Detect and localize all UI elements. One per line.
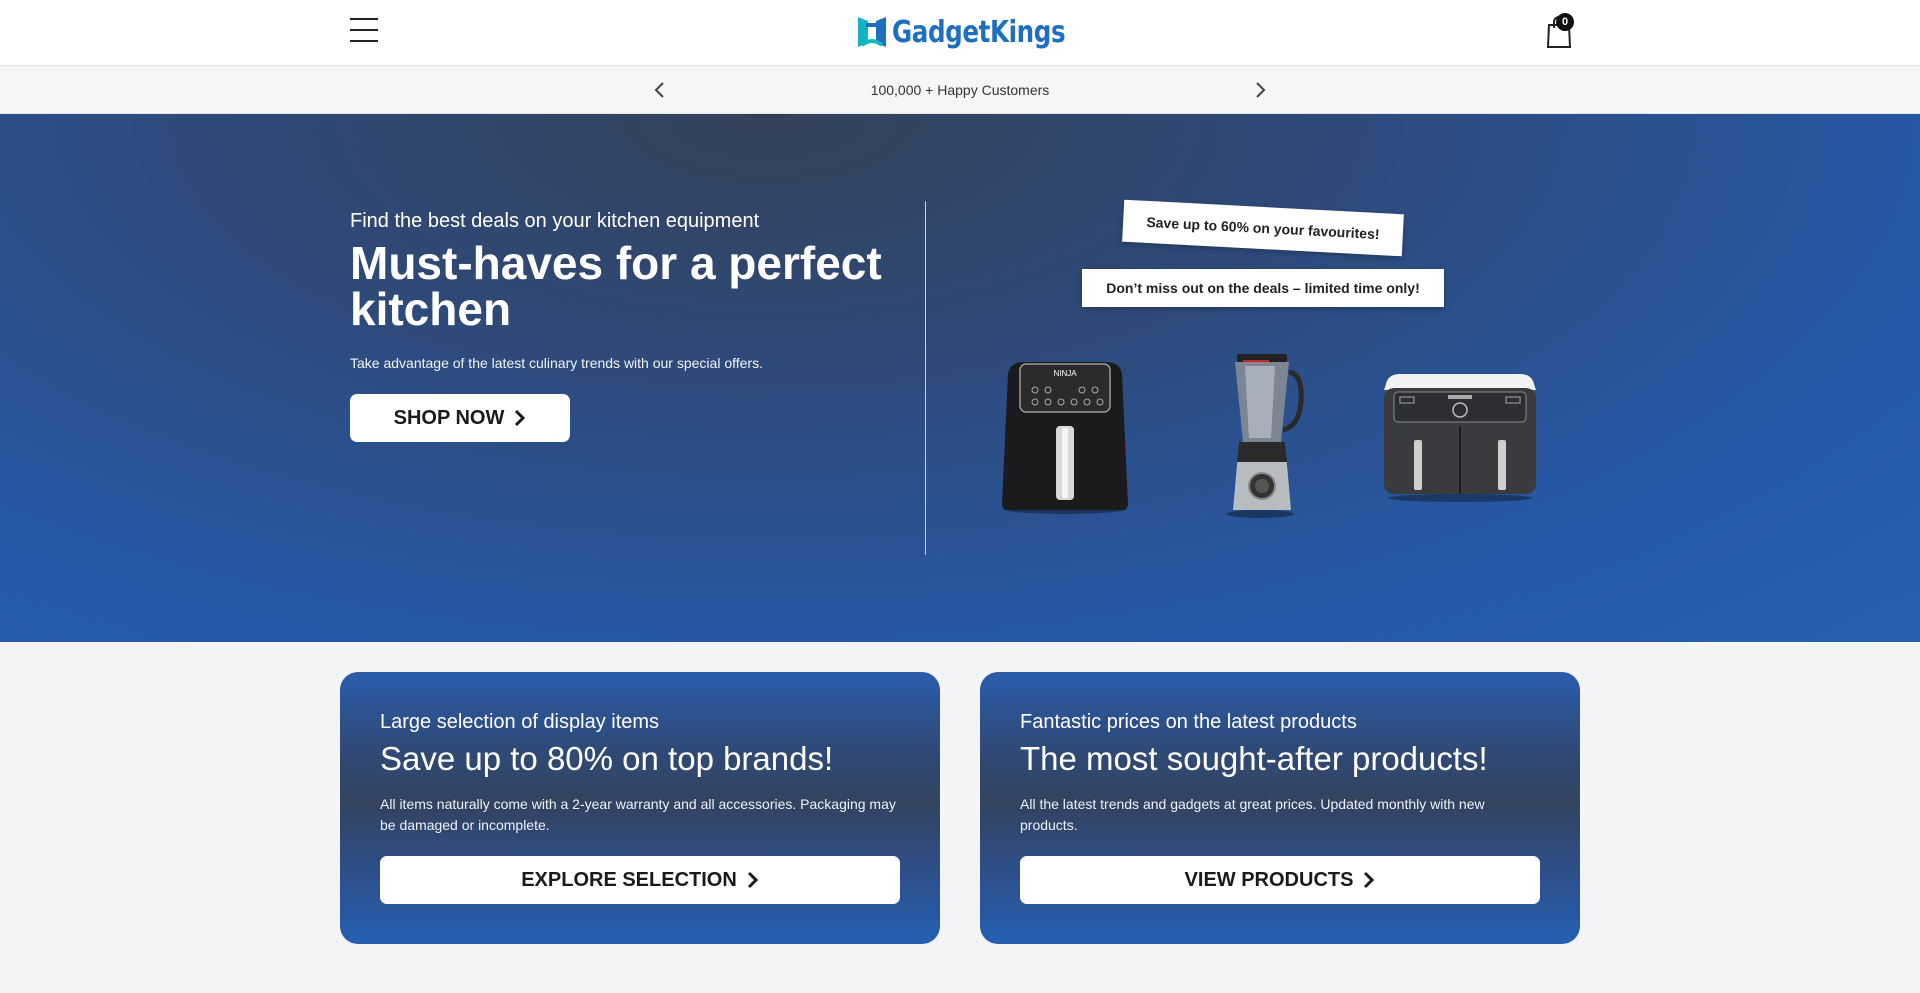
promo-label-primary: Save up to 60% on your favourites! bbox=[1122, 199, 1404, 257]
chevron-right-icon[interactable] bbox=[1250, 80, 1270, 100]
svg-text:NINJA: NINJA bbox=[1053, 369, 1077, 378]
site-logo[interactable]: GadgetKings bbox=[856, 12, 1103, 52]
card-title: The most sought-after products! bbox=[1020, 740, 1488, 777]
blender-image bbox=[1226, 354, 1304, 518]
explore-selection-label: EXPLORE SELECTION bbox=[521, 868, 737, 891]
hero-title: Must-haves for a perfect kitchen bbox=[350, 237, 882, 335]
chevron-left-icon[interactable] bbox=[650, 80, 670, 100]
chevron-right-icon bbox=[515, 409, 526, 427]
view-products-button[interactable]: VIEW PRODUCTS bbox=[1020, 856, 1540, 904]
shop-now-button[interactable]: SHOP NOW bbox=[350, 394, 570, 442]
air-fryer-image: NINJA bbox=[1002, 362, 1128, 514]
hero-divider bbox=[925, 201, 926, 555]
view-products-label: VIEW PRODUCTS bbox=[1184, 868, 1354, 891]
card-description: All items naturally come with a 2-year w… bbox=[380, 796, 896, 833]
card-title: Save up to 80% on top brands! bbox=[380, 740, 834, 777]
hero-banner: Find the best deals on your kitchen equi… bbox=[0, 114, 1920, 642]
hamburger-menu-icon[interactable] bbox=[350, 18, 378, 46]
chevron-right-icon bbox=[747, 871, 758, 889]
chevron-right-icon bbox=[1364, 871, 1375, 889]
promo-card-selection: Large selection of display items Save up… bbox=[340, 672, 940, 944]
brand-name: GadgetKings bbox=[892, 14, 1066, 50]
shop-now-label: SHOP NOW bbox=[393, 406, 505, 429]
card-subtitle: Fantastic prices on the latest products bbox=[1020, 711, 1357, 733]
announcement-text: 100,000 + Happy Customers bbox=[870, 82, 1050, 98]
card-description: All the latest trends and gadgets at gre… bbox=[1020, 796, 1485, 833]
promo-label-secondary: Don’t miss out on the deals – limited ti… bbox=[1082, 269, 1444, 307]
site-header: GadgetKings 0 bbox=[0, 0, 1920, 66]
promo-card-products: Fantastic prices on the latest products … bbox=[980, 672, 1580, 944]
card-subtitle: Large selection of display items bbox=[380, 711, 660, 733]
hero-description: Take advantage of the latest culinary tr… bbox=[350, 355, 763, 371]
explore-selection-button[interactable]: EXPLORE SELECTION bbox=[380, 856, 900, 904]
announcement-bar: 100,000 + Happy Customers bbox=[0, 66, 1920, 114]
logo-mark-icon bbox=[858, 17, 886, 47]
cart-count-badge: 0 bbox=[1556, 13, 1574, 31]
dual-air-fryer-image bbox=[1384, 374, 1536, 502]
hero-subtitle: Find the best deals on your kitchen equi… bbox=[350, 210, 760, 232]
